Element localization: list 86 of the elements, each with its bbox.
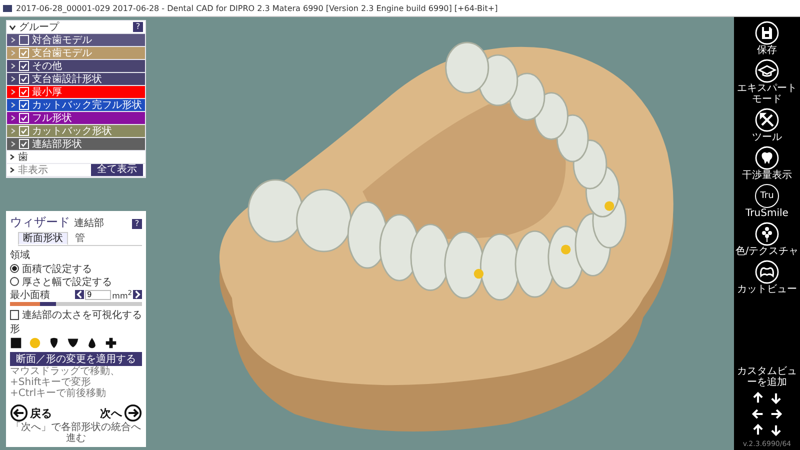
group-checkbox[interactable] (19, 87, 29, 97)
group-row[interactable]: 支台歯設計形状 (7, 73, 145, 85)
wizard-footer-text: 「次へ」で各部形状の統合へ進む (10, 422, 142, 444)
expand-caret-icon[interactable] (9, 167, 15, 173)
view-arrow-icon[interactable] (751, 391, 765, 405)
square-shape-icon[interactable] (10, 337, 22, 349)
group-row[interactable]: フル形状 (7, 112, 145, 124)
collapse-caret-icon[interactable] (9, 24, 16, 30)
wizard-title: ウィザード (10, 214, 70, 231)
teeth-row-label: 歯 (18, 150, 28, 164)
app-logo-icon (3, 4, 12, 12)
view-arrow-icon[interactable] (751, 423, 765, 437)
groups-title: グループ (19, 20, 59, 34)
graduation-cap-icon (755, 59, 779, 83)
area-label: 領域 (10, 248, 31, 262)
custom-view-label: カスタムビューを追加 (736, 366, 798, 388)
group-checkbox[interactable] (19, 48, 29, 58)
interference-tool-button[interactable]: 干渉量表示 (742, 146, 792, 181)
group-label: フル形状 (32, 112, 72, 125)
drop-shape-icon[interactable] (86, 337, 98, 349)
group-row[interactable]: 対合歯モデル (7, 34, 145, 46)
group-checkbox[interactable] (19, 139, 29, 149)
save-tool-button[interactable]: 保存 (755, 21, 779, 56)
wizard-tab[interactable]: 断面形状 (18, 232, 68, 245)
hint-text: マウスドラッグで移動、+Shiftキーで変形 (10, 366, 121, 388)
visualize-label: 連結部の太さを可視化する (22, 308, 142, 322)
trusmile-tool-button[interactable]: Tru TruSmile (746, 184, 788, 219)
radio-label: 面積で設定する (22, 262, 92, 276)
group-label: カットバック形状 (32, 124, 112, 138)
group-checkbox[interactable] (19, 61, 29, 71)
group-label: 最小厚 (32, 86, 62, 99)
hint-text: +Ctrlキーで前後移動 (10, 388, 108, 399)
wizard-subtitle: 連結部 (74, 216, 104, 230)
apply-button[interactable]: 断面／形の変更を適用する (10, 352, 142, 366)
group-checkbox[interactable] (19, 35, 29, 45)
floppy-disk-icon (755, 21, 779, 45)
drop-shape-icon[interactable] (48, 337, 60, 349)
help-button[interactable]: ? (132, 219, 142, 229)
trusmile-icon: Tru (754, 184, 779, 208)
cutview-tool-button[interactable]: カットビュー (737, 260, 797, 295)
radio-button[interactable] (10, 264, 19, 273)
group-checkbox[interactable] (19, 100, 29, 110)
min-area-label: 最小面積 (10, 288, 50, 302)
decrease-button[interactable] (75, 290, 84, 299)
group-label: カットバック完フル形状 (32, 98, 142, 112)
texture-tool-button[interactable]: 色/テクスチャ (735, 222, 799, 257)
group-row[interactable]: 連結部形状 (7, 138, 145, 150)
group-label: 支台歯モデル (32, 46, 92, 60)
show-all-button[interactable]: 全て表示 (91, 164, 143, 176)
unit-label: mm$^{2}$ (112, 288, 132, 300)
radio-button[interactable] (10, 277, 19, 286)
tools-tool-button[interactable]: ツール (752, 108, 782, 143)
group-label: 対合歯モデル (32, 34, 92, 47)
group-label: その他 (32, 60, 62, 73)
min-area-slider[interactable] (10, 302, 142, 306)
palette-icon (755, 222, 779, 246)
expert-tool-button[interactable]: エキスパートモード (735, 59, 799, 105)
view-arrow-icon[interactable] (769, 407, 783, 421)
plus-shape-icon[interactable] (105, 337, 117, 349)
next-button[interactable]: 次へ (100, 404, 142, 422)
3d-viewport[interactable] (0, 17, 734, 450)
increase-button[interactable] (133, 290, 142, 299)
group-checkbox[interactable] (19, 126, 29, 136)
group-checkbox[interactable] (19, 113, 29, 123)
hidden-row-label: 非表示 (18, 164, 48, 177)
min-area-field[interactable]: 9 (85, 290, 112, 300)
view-arrow-icon[interactable] (769, 391, 783, 405)
radio-label: 厚さと幅で設定する (22, 276, 112, 288)
group-row[interactable]: カットバック形状 (7, 125, 145, 137)
help-button[interactable]: ? (133, 22, 143, 32)
group-label: 支台歯設計形状 (32, 72, 102, 86)
group-row[interactable]: その他 (7, 60, 145, 72)
shield-shape-icon[interactable] (67, 337, 79, 349)
group-checkbox[interactable] (19, 74, 29, 84)
cut-view-icon (755, 260, 779, 284)
group-label: 連結部形状 (32, 138, 82, 151)
back-button[interactable]: 戻る (10, 404, 52, 422)
group-row[interactable]: 最小厚 (7, 86, 145, 98)
group-row[interactable]: カットバック完フル形状 (7, 99, 145, 111)
view-arrow-icon[interactable] (769, 423, 783, 437)
view-arrow-icon[interactable] (751, 407, 765, 421)
shape-label: 形 (10, 323, 21, 336)
window-title: 2017-06-28_00001-029 2017-06-28 - Dental CAD for DIPRO 2.3 Matera 6990 [Version 2.3 Engine build 6990] [+64-Bit+] (16, 4, 498, 12)
visualize-checkbox[interactable] (10, 310, 19, 320)
tooth-icon (755, 146, 779, 170)
expand-caret-icon[interactable] (9, 154, 15, 160)
